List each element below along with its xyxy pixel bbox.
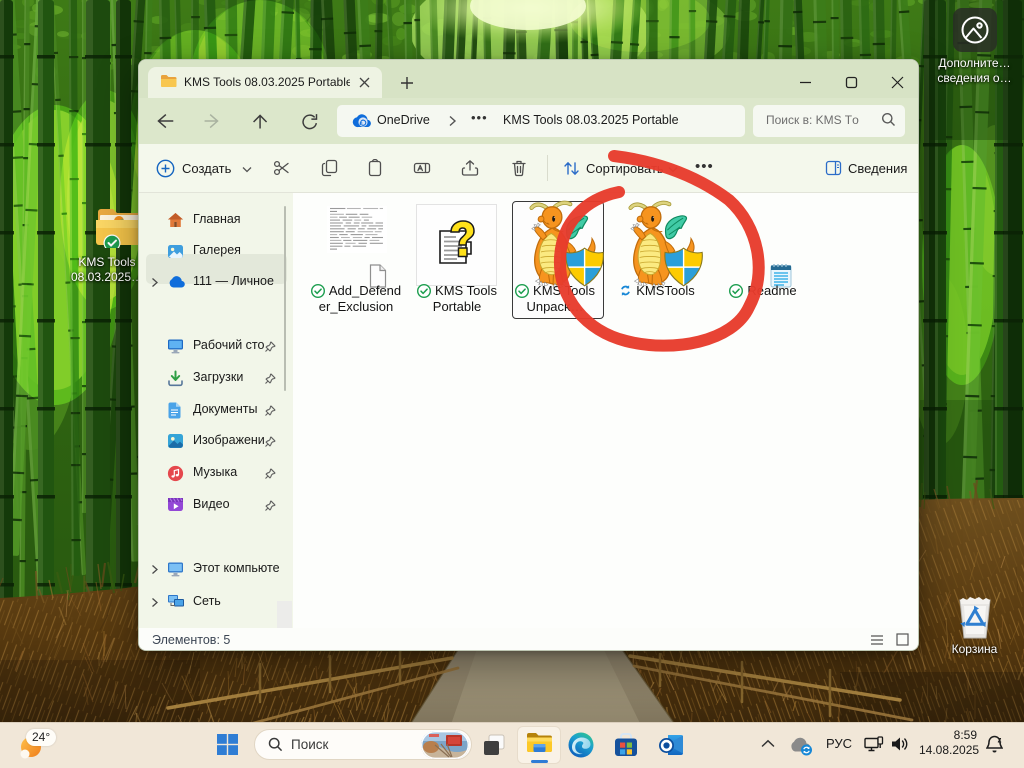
svg-text:z: z <box>998 736 1002 745</box>
